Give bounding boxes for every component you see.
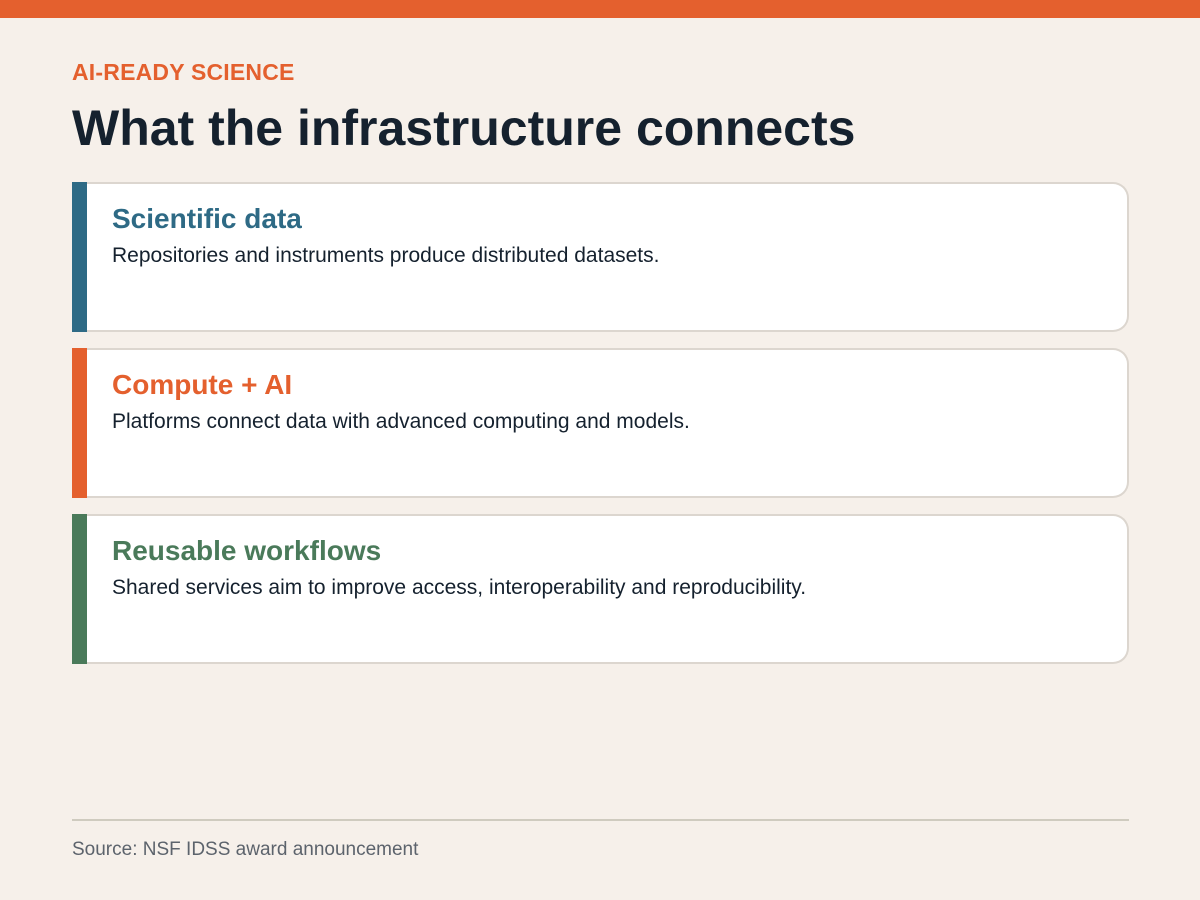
- card-accent-bar: [72, 348, 87, 498]
- card-accent-bar: [72, 182, 87, 332]
- top-accent-bar: [0, 0, 1200, 18]
- card-accent-bar: [72, 514, 87, 664]
- page-title: What the infrastructure connects: [72, 100, 856, 156]
- card-description: Repositories and instruments produce dis…: [112, 244, 660, 267]
- card-title: Reusable workflows: [112, 535, 382, 566]
- card-title: Scientific data: [112, 203, 302, 234]
- card-description: Platforms connect data with advanced com…: [112, 410, 690, 433]
- card-compute-ai: Compute + AI Platforms connect data with…: [72, 348, 1129, 498]
- card-reusable-workflows: Reusable workflows Shared services aim t…: [72, 514, 1129, 664]
- card-list: Scientific data Repositories and instrum…: [72, 182, 1129, 680]
- card-description: Shared services aim to improve access, i…: [112, 576, 807, 599]
- source-note: Source: NSF IDSS award announcement: [72, 839, 419, 860]
- eyebrow-label: AI-READY SCIENCE: [72, 59, 295, 85]
- card-scientific-data: Scientific data Repositories and instrum…: [72, 182, 1129, 332]
- card-title: Compute + AI: [112, 369, 293, 400]
- footer-divider: [72, 819, 1129, 821]
